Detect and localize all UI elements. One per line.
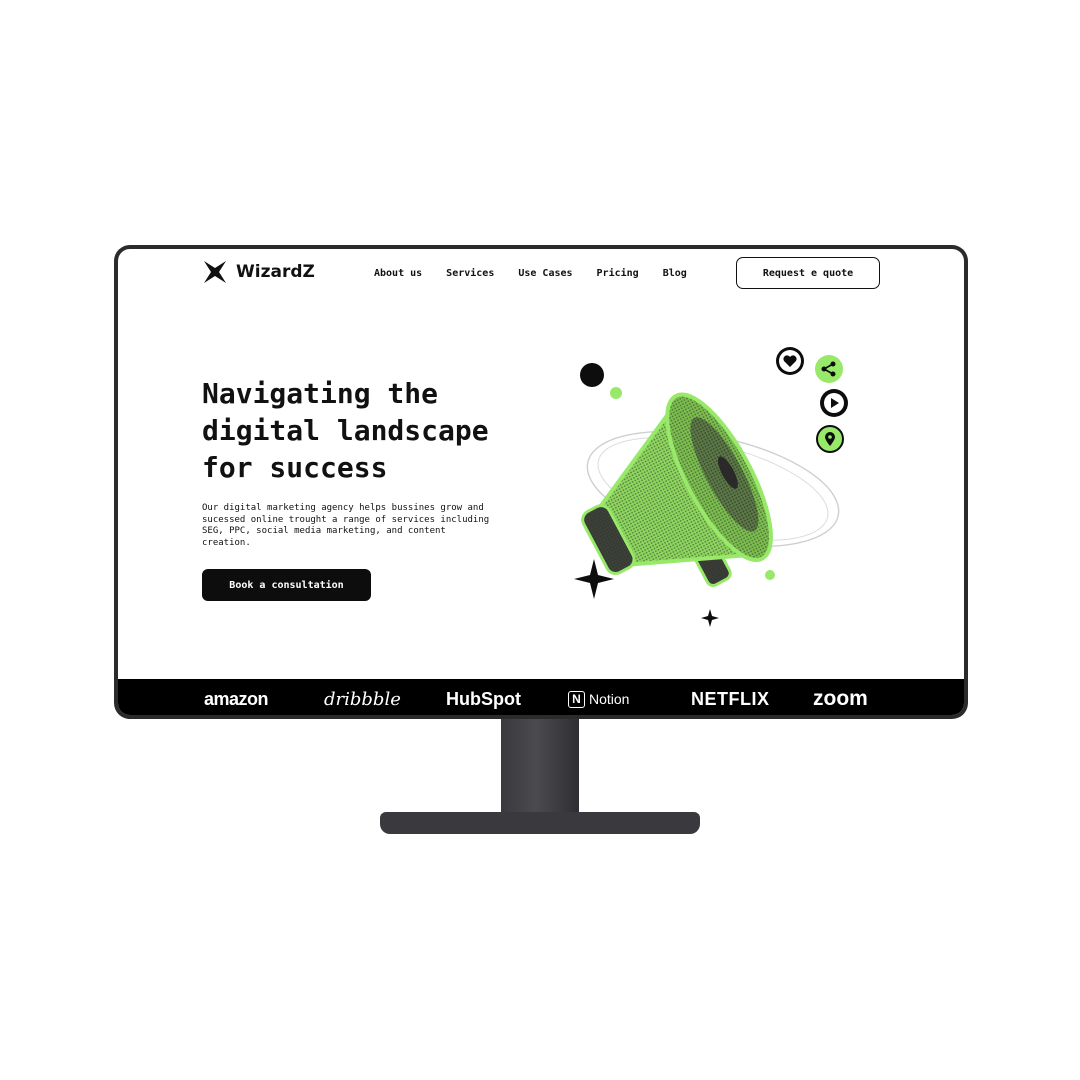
hero-title: Navigating the digital landscape for suc…	[202, 375, 522, 486]
request-quote-button[interactable]: Request e quote	[736, 257, 880, 289]
hubspot-logo: HubSpot	[446, 688, 521, 709]
location-pin-icon[interactable]	[816, 425, 844, 453]
hero-description: Our digital marketing agency helps bussi…	[202, 503, 490, 548]
client-logos-bar: amazon dribbble HubSpot N Notion NETFLIX…	[118, 679, 964, 715]
stage: WizardZ About us Services Use Cases Pric…	[0, 0, 1080, 1080]
monitor-stand-neck	[501, 719, 579, 823]
nav-use-cases[interactable]: Use Cases	[518, 268, 572, 279]
brand-name: WizardZ	[236, 262, 315, 282]
hero-title-line-2: digital landscape	[202, 414, 489, 447]
hero-title-line-3: for success	[202, 451, 388, 484]
monitor-frame: WizardZ About us Services Use Cases Pric…	[114, 245, 968, 719]
nav-about-us[interactable]: About us	[374, 268, 422, 279]
nav-pricing[interactable]: Pricing	[597, 268, 639, 279]
notion-icon: N	[568, 690, 585, 708]
share-icon[interactable]	[815, 355, 843, 383]
book-consultation-button[interactable]: Book a consultation	[202, 569, 371, 601]
monitor-screen: WizardZ About us Services Use Cases Pric…	[118, 249, 964, 715]
four-point-star-icon	[204, 261, 226, 283]
netflix-logo: NETFLIX	[691, 688, 770, 709]
dribbble-logo: dribbble	[324, 688, 401, 710]
zoom-logo: zoom	[813, 687, 868, 710]
nav-blog[interactable]: Blog	[663, 268, 687, 279]
monitor-stand-base	[380, 812, 700, 834]
hero-title-line-1: Navigating the	[202, 377, 439, 410]
heart-icon[interactable]	[776, 347, 804, 375]
main-nav: About us Services Use Cases Pricing Blog	[374, 268, 687, 279]
brand-logo[interactable]: WizardZ	[202, 259, 315, 285]
amazon-logo: amazon	[204, 688, 269, 709]
nav-services[interactable]: Services	[446, 268, 494, 279]
megaphone-illustration	[574, 363, 840, 627]
notion-logo: N Notion	[568, 679, 629, 715]
play-icon[interactable]	[820, 389, 848, 417]
